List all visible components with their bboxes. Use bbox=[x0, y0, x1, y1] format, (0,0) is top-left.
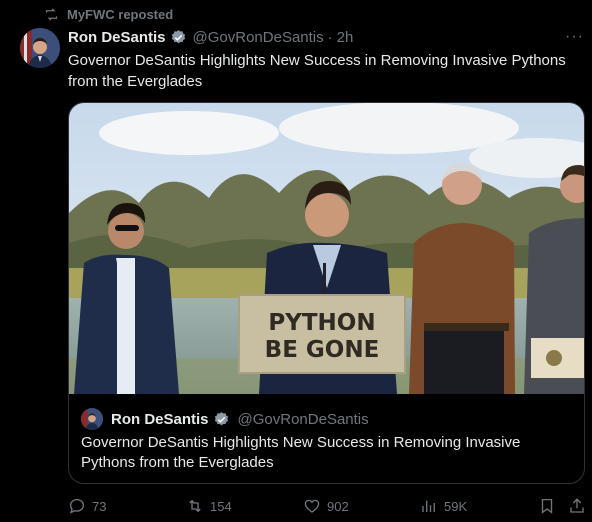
quoted-tweet-card[interactable]: PYTHON BE GONE Ron DeSantis @GovRonDeSan… bbox=[68, 102, 585, 484]
separator-dot: · bbox=[327, 29, 333, 46]
verified-badge-icon bbox=[214, 411, 228, 425]
quoted-author-handle: @GovRonDeSantis bbox=[237, 410, 369, 428]
share-icon bbox=[570, 498, 584, 513]
author-name[interactable]: Ron DeSantis bbox=[68, 29, 166, 46]
sign-text-line2: BE GONE bbox=[265, 337, 380, 363]
quoted-tweet-header: Ron DeSantis @GovRonDeSantis bbox=[81, 408, 369, 430]
more-options-icon[interactable]: ··· bbox=[565, 28, 584, 46]
views-button[interactable]: 59K bbox=[420, 497, 467, 515]
media-image[interactable]: PYTHON BE GONE bbox=[69, 103, 584, 394]
quoted-tweet-text: Governor DeSantis Highlights New Success… bbox=[81, 434, 521, 471]
views-count: 59K bbox=[444, 498, 468, 514]
sign-text-line1: PYTHON bbox=[268, 310, 375, 336]
reply-button[interactable]: 73 bbox=[68, 497, 106, 515]
tweet-header: Ron DeSantis @GovRonDeSantis · 2h bbox=[68, 29, 353, 46]
quoted-avatar[interactable] bbox=[81, 408, 103, 430]
analytics-icon bbox=[422, 500, 435, 512]
tweet-text: Governor DeSantis Highlights New Success… bbox=[68, 52, 566, 90]
like-count: 902 bbox=[327, 498, 349, 514]
avatar[interactable] bbox=[20, 28, 60, 68]
repost-icon bbox=[189, 499, 201, 513]
bookmark-button[interactable] bbox=[538, 497, 556, 515]
quoted-author-name[interactable]: Ron DeSantis bbox=[111, 411, 209, 428]
timestamp[interactable]: 2h bbox=[337, 29, 354, 46]
like-button[interactable]: 902 bbox=[303, 497, 349, 515]
share-button[interactable] bbox=[568, 497, 586, 515]
repost-count: 154 bbox=[210, 498, 232, 514]
reply-count: 73 bbox=[92, 498, 107, 514]
bookmark-icon bbox=[541, 498, 553, 514]
repost-icon bbox=[45, 8, 58, 21]
repost-button[interactable]: 154 bbox=[186, 497, 232, 515]
author-handle[interactable]: @GovRonDeSantis bbox=[193, 29, 324, 46]
heart-icon bbox=[304, 499, 320, 513]
repost-label: MyFWC reposted bbox=[67, 7, 174, 22]
verified-badge-icon[interactable] bbox=[170, 29, 187, 46]
reply-icon bbox=[69, 498, 85, 514]
action-bar: 73 154 902 59K bbox=[68, 497, 587, 519]
repost-indicator[interactable]: MyFWC reposted bbox=[44, 7, 173, 22]
